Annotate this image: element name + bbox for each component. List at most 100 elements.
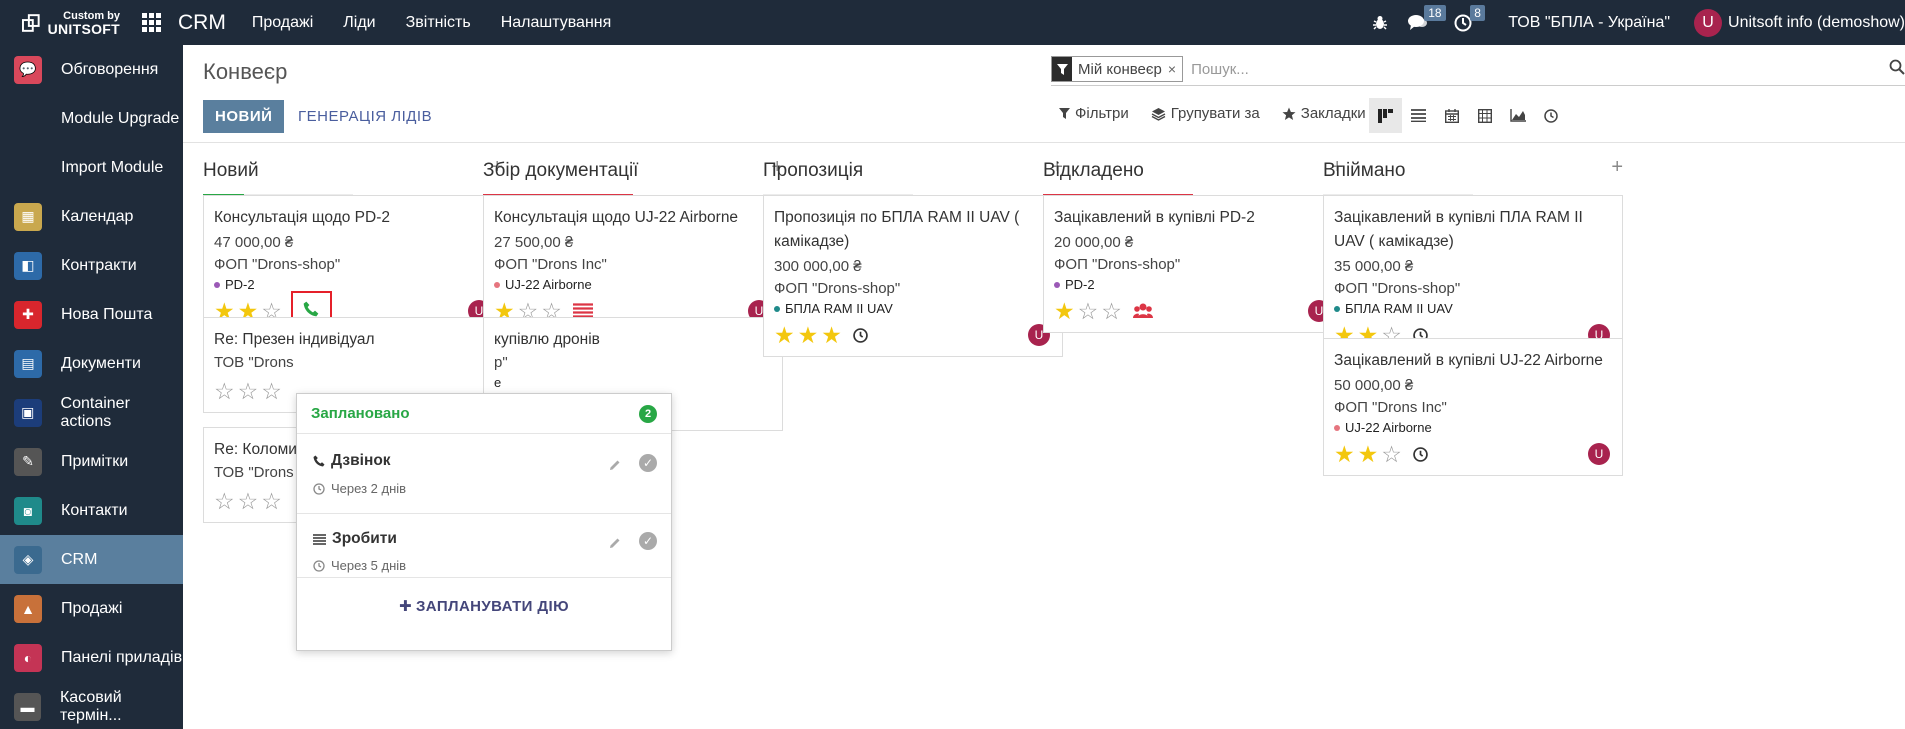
sidebar-item[interactable]: Import Module [0, 143, 183, 192]
mark-done-check-icon[interactable]: ✓ [639, 454, 657, 472]
salesperson-avatar[interactable]: U [1588, 443, 1610, 465]
facet-remove-icon[interactable]: × [1168, 61, 1182, 77]
priority-star-icon[interactable]: ☆ [1078, 300, 1099, 323]
sidebar-item[interactable]: ◧ Контракти [0, 241, 183, 290]
menu-leads[interactable]: Ліди [343, 14, 375, 32]
graph-view-icon[interactable] [1501, 98, 1534, 133]
mark-done-check-icon[interactable]: ✓ [639, 532, 657, 550]
search-bar: Мій конвеєр × Пошук... [1051, 53, 1905, 86]
tag-label: БПЛА RAM II UAV [1345, 301, 1453, 316]
app-name[interactable]: CRM [178, 11, 226, 35]
activity-view-icon[interactable] [1534, 98, 1567, 133]
column-title[interactable]: Пропозиція [763, 160, 863, 182]
tag-color-dot [1334, 306, 1340, 312]
kanban-column: Відкладено+20 000Зацікавлений в купівлі … [1043, 143, 1343, 333]
card-customer: ТОВ "Drons [214, 354, 294, 371]
priority-star-icon[interactable]: ★ [1054, 300, 1075, 323]
search-facet: Мій конвеєр × [1051, 56, 1184, 82]
kanban-card[interactable]: Зацікавлений в купівлі PD-2 20 000,00 ₴ ФО… [1043, 195, 1343, 333]
sidebar-item[interactable]: ◙ Контакти [0, 486, 183, 535]
card-tag: e [494, 374, 772, 392]
search-input[interactable]: Пошук... [1191, 61, 1249, 78]
column-title[interactable]: Впіймано [1323, 160, 1406, 182]
priority-star-icon[interactable]: ★ [1358, 443, 1379, 466]
activity-title: Дзвінок [331, 452, 391, 469]
kanban-card[interactable]: Консультація щодо PD-2 47 000,00 ₴ ФОП "Dr… [203, 195, 503, 333]
activities-clock-icon[interactable]: 8 [1454, 4, 1485, 32]
debug-bug-icon[interactable] [1372, 15, 1388, 31]
kanban-card[interactable]: Зацікавлений в купівлі ПЛА RAM II UAV ( … [1323, 195, 1623, 357]
sales-icon: ▲ [14, 594, 42, 623]
list-view-icon[interactable] [1402, 98, 1435, 133]
user-name: Unitsoft info (demoshow) [1728, 13, 1905, 31]
priority-star-icon[interactable]: ☆ [1381, 443, 1402, 466]
company-switcher[interactable]: ТОВ "БПЛА - Україна" [1508, 14, 1670, 32]
sidebar-item-label: Нова Пошта [61, 305, 153, 323]
sidebar-item[interactable]: ▦ Календар [0, 192, 183, 241]
sidebar-item[interactable]: ◈ CRM [0, 535, 183, 584]
sidebar-item[interactable]: ▲ Продажі [0, 584, 183, 633]
card-amount: 20 000,00 ₴ [1054, 234, 1134, 251]
apps-menu-icon[interactable] [142, 12, 162, 33]
kanban-card[interactable]: Консультація щодо UJ-22 Airborne 27 500,0… [483, 195, 783, 333]
priority-star-icon[interactable]: ★ [1334, 443, 1355, 466]
activity-item[interactable]: Зробити Через 5 днів ✓ [297, 514, 671, 578]
search-icon[interactable] [1889, 59, 1905, 79]
priority-star-icon[interactable]: ☆ [261, 380, 282, 403]
sidebar-item[interactable]: Module Upgrade [0, 94, 183, 143]
priority-star-icon[interactable]: ☆ [214, 490, 235, 513]
sidebar-item[interactable]: ◐ Панелі приладів [0, 633, 183, 682]
priority-star-icon[interactable]: ☆ [238, 490, 259, 513]
edit-pencil-icon[interactable] [609, 536, 621, 553]
pivot-view-icon[interactable] [1468, 98, 1501, 133]
brand-logo[interactable]: Custom by UNITSOFT [0, 0, 120, 45]
messages-icon[interactable]: 18 [1408, 5, 1446, 31]
blank-icon [14, 105, 42, 133]
clock-icon[interactable] [1413, 446, 1428, 462]
edit-pencil-icon[interactable] [609, 458, 621, 475]
sidebar-item[interactable]: ▤ Документи [0, 339, 183, 388]
activity-item[interactable]: Дзвінок Через 2 днів ✓ [297, 434, 671, 514]
filters-dropdown[interactable]: Фільтри [1059, 105, 1129, 122]
sidebar-item[interactable]: ✎ Примітки [0, 437, 183, 486]
meeting-icon[interactable] [1132, 303, 1153, 319]
tag-label: PD-2 [1065, 277, 1095, 292]
priority-star-icon[interactable]: ★ [798, 324, 819, 347]
kanban-view-icon[interactable] [1369, 98, 1402, 133]
priority-star-icon[interactable]: ☆ [1101, 300, 1122, 323]
layers-icon [1151, 107, 1166, 121]
column-title[interactable]: Відкладено [1043, 160, 1144, 182]
sidebar-item-label: Продажі [61, 599, 123, 617]
calendar-view-icon[interactable] [1435, 98, 1468, 133]
column-title[interactable]: Новий [203, 160, 259, 182]
priority-star-icon[interactable]: ☆ [261, 490, 282, 513]
container-icon: ▣ [14, 398, 42, 427]
favorites-dropdown[interactable]: Закладки [1282, 105, 1366, 122]
priority-star-icon[interactable]: ☆ [238, 380, 259, 403]
groupby-dropdown[interactable]: Групувати за [1151, 105, 1260, 122]
sidebar-item[interactable]: ▣ Container actions [0, 388, 183, 437]
card-customer: p" [494, 354, 508, 371]
schedule-activity-button[interactable]: ✚ ЗАПЛАНУВАТИ ДІЮ [297, 578, 671, 634]
user-menu[interactable]: U Unitsoft info (demoshow) [1694, 8, 1905, 37]
priority-star-icon[interactable]: ☆ [214, 380, 235, 403]
card-title: Зацікавлений в купівлі UJ-22 Airborne [1334, 352, 1603, 369]
menu-reporting[interactable]: Звітність [406, 14, 471, 32]
card-tag: UJ-22 Airborne [494, 276, 772, 294]
menu-sales[interactable]: Продажі [252, 14, 313, 32]
column-title[interactable]: Збір документації [483, 160, 638, 182]
priority-star-icon[interactable]: ★ [821, 324, 842, 347]
sidebar-item[interactable]: ✚ Нова Пошта [0, 290, 183, 339]
sidebar-item[interactable]: ▬ Касовий термін... [0, 682, 183, 729]
add-card-plus-icon[interactable]: + [1611, 156, 1623, 179]
chat-icon: 💬 [14, 55, 42, 84]
new-button[interactable]: НОВИЙ [203, 100, 285, 133]
priority-star-icon[interactable]: ★ [774, 324, 795, 347]
sidebar-item[interactable]: 💬 Обговорення [0, 45, 183, 94]
activity-due: Через 2 днів [331, 481, 407, 496]
generate-leads-button[interactable]: ГЕНЕРАЦІЯ ЛІДІВ [298, 100, 432, 133]
menu-configuration[interactable]: Налаштування [501, 14, 612, 32]
kanban-card[interactable]: Пропозиція по БПЛА RAM II UAV ( камікадз… [763, 195, 1063, 357]
kanban-card[interactable]: Зацікавлений в купівлі UJ-22 Airborne 50 … [1323, 338, 1623, 476]
clock-icon[interactable] [853, 327, 868, 343]
